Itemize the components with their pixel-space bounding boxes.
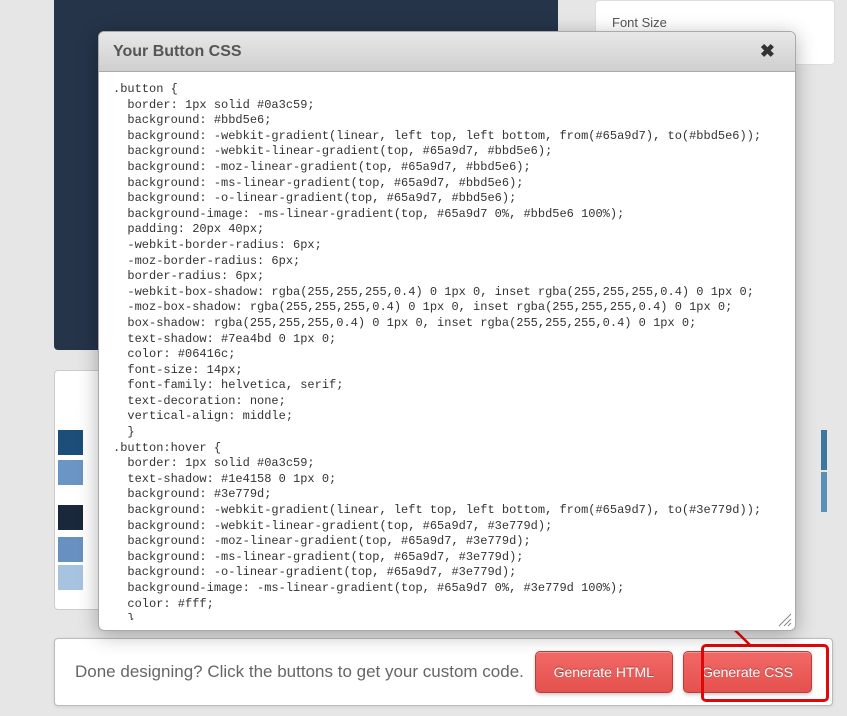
modal-body: [99, 72, 795, 630]
color-swatch[interactable]: [821, 472, 827, 512]
bottom-prompt-text: Done designing? Click the buttons to get…: [75, 662, 525, 682]
color-swatch[interactable]: [58, 460, 83, 485]
generate-html-button[interactable]: Generate HTML: [535, 651, 673, 693]
generate-css-button[interactable]: Generate CSS: [683, 651, 812, 693]
color-swatch[interactable]: [821, 430, 827, 470]
color-swatch[interactable]: [58, 430, 83, 455]
bottom-bar: Done designing? Click the buttons to get…: [54, 638, 833, 706]
close-icon[interactable]: ✖: [754, 39, 781, 64]
css-output-modal: Your Button CSS ✖: [98, 31, 796, 631]
css-code-textarea[interactable]: [113, 82, 785, 620]
color-swatch[interactable]: [58, 565, 83, 590]
font-size-label: Font Size: [612, 15, 667, 30]
color-swatch[interactable]: [58, 537, 83, 562]
color-swatch[interactable]: [58, 505, 83, 530]
modal-header[interactable]: Your Button CSS ✖: [99, 32, 795, 72]
modal-title: Your Button CSS: [113, 43, 242, 61]
